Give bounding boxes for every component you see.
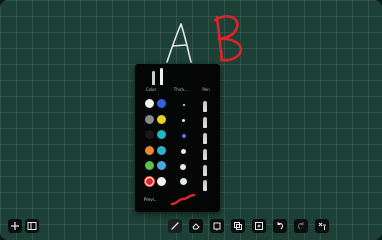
thickness-option[interactable] [180,164,186,170]
pen-tip-icon[interactable] [152,71,155,85]
pen-icon [171,222,179,230]
copy-icon [234,222,242,230]
thickness-option[interactable] [180,178,187,185]
stroke-preview [170,193,196,206]
plus-icon [11,222,19,230]
pen-tool-button[interactable] [168,219,182,233]
add-page-icon [255,222,263,230]
color-column-label: Color [145,87,157,92]
color-swatch[interactable] [145,99,154,108]
preview-label: Previ... [144,197,158,202]
pen-type-icon[interactable] [203,117,207,128]
color-swatch[interactable] [157,99,166,108]
color-swatch[interactable] [145,145,154,155]
add-button[interactable] [8,219,22,233]
sidebar-toggle-button[interactable] [25,219,39,233]
pen-settings-panel: Color Thick... Pen [135,64,220,212]
redo-icon [298,222,304,230]
eraser-tool-button[interactable] [189,219,203,233]
thickness-option[interactable] [181,149,186,154]
pen-type-icon[interactable] [203,133,207,144]
undo-icon [277,222,283,230]
sidebar-icon [27,222,37,230]
pen-tip-selected-icon[interactable] [160,68,163,85]
undo-button[interactable] [273,219,287,233]
color-swatch[interactable] [145,161,154,170]
shape-tool-button[interactable] [210,219,224,233]
color-swatch[interactable] [157,130,166,139]
thickness-option[interactable] [183,104,185,106]
more-icon [318,222,326,230]
pen-type-icon[interactable] [203,149,207,160]
shape-icon [213,222,221,231]
thickness-option-selected[interactable] [182,134,186,138]
handwritten-a [166,23,192,63]
color-swatch[interactable] [145,114,154,124]
pen-column-label: Pen [202,87,210,92]
thickness-option[interactable] [182,119,185,122]
eraser-icon [192,223,200,230]
color-swatch-selected[interactable] [145,176,154,186]
color-swatch[interactable] [157,176,166,186]
more-button[interactable] [315,219,329,233]
pen-type-icon[interactable] [203,101,207,112]
thickness-column-label: Thick... [173,87,189,92]
handwritten-b [213,15,243,62]
color-swatch[interactable] [157,145,166,155]
pen-type-icon[interactable] [203,180,207,191]
copy-button[interactable] [231,219,245,233]
redo-button[interactable] [294,219,308,233]
pen-type-icon[interactable] [203,165,207,176]
color-swatch[interactable] [157,161,166,170]
add-page-button[interactable] [252,219,266,233]
color-swatch[interactable] [157,114,166,124]
color-swatch[interactable] [145,130,154,139]
